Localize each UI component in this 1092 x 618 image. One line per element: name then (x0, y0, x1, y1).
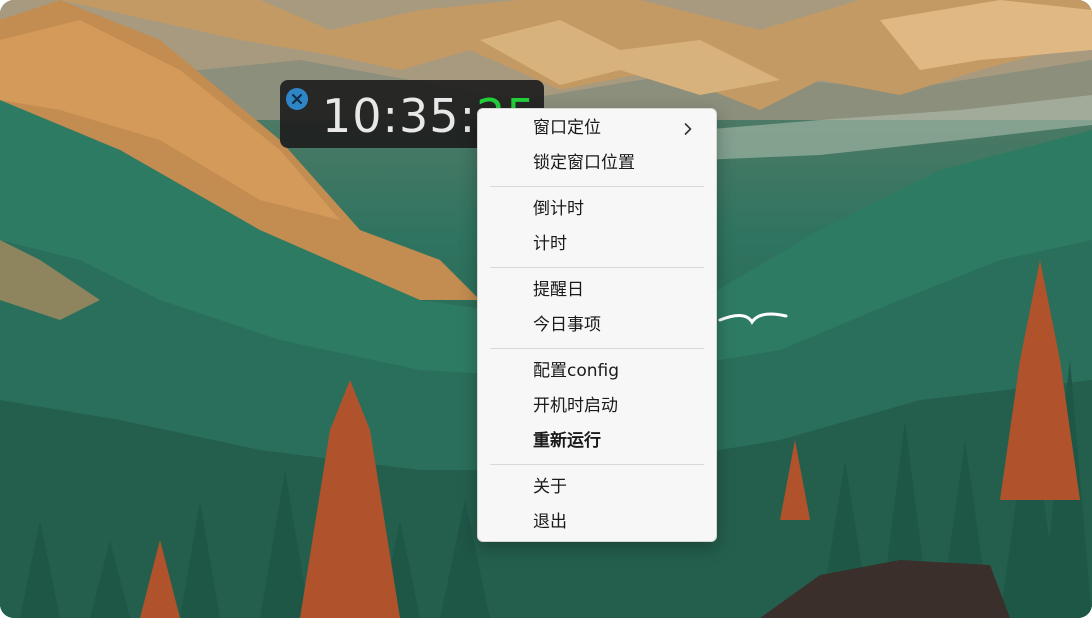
menu-item-label: 退出 (533, 512, 567, 532)
menu-item[interactable]: 提醒日 (478, 273, 716, 308)
menu-item-label: 锁定窗口位置 (533, 153, 635, 173)
menu-item[interactable]: 计时 (478, 227, 716, 262)
menu-item-label: 关于 (533, 477, 567, 497)
context-menu: 窗口定位锁定窗口位置 倒计时计时提醒日今日事项配置config 开机时启动重新运行关… (477, 108, 717, 542)
menu-item-label: 倒计时 (533, 199, 584, 219)
menu-item[interactable]: 配置config (478, 354, 716, 389)
desktop-wallpaper: 10:35:25 窗口定位锁定窗口位置倒计时计时提醒日今日事项配置config开… (0, 0, 1092, 618)
menu-item[interactable]: 倒计时 (478, 192, 716, 227)
menu-item-label: 计时 (533, 234, 567, 254)
chevron-right-icon (682, 111, 694, 146)
menu-item[interactable]: 退出 (478, 505, 716, 540)
menu-item-label: 配置config (533, 361, 620, 381)
menu-item[interactable]: 窗口定位 (478, 111, 716, 146)
menu-separator (490, 267, 704, 268)
menu-separator (490, 186, 704, 187)
menu-item[interactable]: 关于 (478, 470, 716, 505)
menu-item[interactable]: 重新运行 (478, 424, 716, 459)
close-button[interactable] (286, 88, 308, 110)
menu-item-label: 今日事项 (533, 315, 601, 335)
clock-time-main: 10:35: (322, 89, 477, 143)
menu-item-label: 开机时启动 (533, 396, 618, 416)
close-icon (291, 93, 303, 105)
menu-item-label: 窗口定位 (533, 118, 601, 138)
menu-item[interactable]: 今日事项 (478, 308, 716, 343)
menu-item[interactable]: 开机时启动 (478, 389, 716, 424)
menu-separator (490, 464, 704, 465)
menu-item[interactable]: 锁定窗口位置 (478, 146, 716, 181)
menu-item-label: 重新运行 (533, 431, 601, 451)
menu-item-label: 提醒日 (533, 280, 584, 300)
menu-separator (490, 348, 704, 349)
